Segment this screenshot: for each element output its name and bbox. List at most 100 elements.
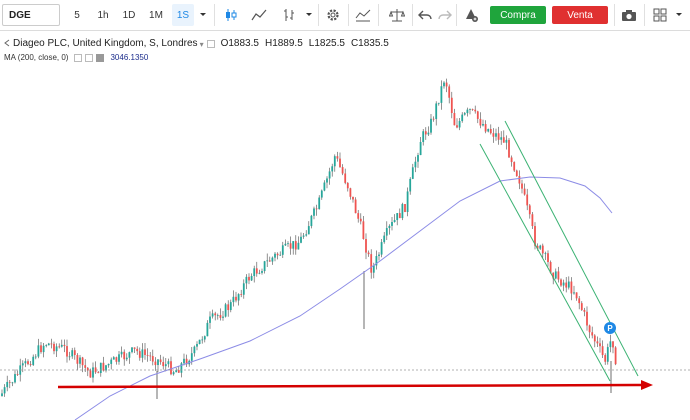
candle-body [497,133,500,140]
settings-box-icon[interactable] [206,39,215,48]
candle-body [510,157,513,163]
alert-icon[interactable] [460,4,482,26]
camera-icon[interactable] [618,4,640,26]
candle-body [131,347,133,353]
candle-body [391,221,393,226]
candle-body [383,235,386,243]
candle-body [268,260,271,262]
candle-body [99,362,102,374]
candle-body [253,268,256,277]
sell-button[interactable]: Venta [552,6,608,24]
interval-5[interactable]: 5 [66,4,88,26]
candle-body [359,218,362,222]
price-chart[interactable]: P [0,31,690,420]
gear-icon[interactable] [322,4,344,26]
candle-body [170,361,172,375]
interval-1d[interactable]: 1D [118,4,140,26]
candle-body [50,343,53,345]
candle-body [14,374,16,383]
candle-body [409,178,412,192]
candle-body [344,173,347,183]
candle-body [440,86,443,103]
candle-body [583,309,586,312]
candle-body [604,355,607,362]
interval-1m[interactable]: 1M [144,4,168,26]
candle-body [287,243,289,245]
candle-body [146,354,149,356]
settings-icon[interactable] [85,53,94,62]
bars-icon[interactable] [278,4,300,26]
interval-1h[interactable]: 1h [92,4,114,26]
area-chart-icon[interactable] [248,4,270,26]
candle-body [424,131,427,135]
candles-icon[interactable] [220,4,242,26]
redo-icon[interactable] [436,4,454,26]
candle-body [164,364,167,367]
candle-body [482,124,484,126]
undo-icon[interactable] [416,4,434,26]
ohlc-low: L1825.5 [308,38,345,49]
candle-body [123,351,126,360]
candle-body [565,282,568,288]
candle-body [430,118,432,133]
candle-body [71,350,74,357]
chevron-down-icon[interactable] [302,4,316,26]
candle-body [502,137,505,143]
candle-body [310,215,313,227]
candle-body [432,118,435,120]
candle-body [227,304,230,311]
candle-body [107,363,110,366]
candle-body [411,167,414,179]
collapse-arrow-icon[interactable] [4,39,10,49]
ohlc-open: O1883.5 [220,38,259,49]
candle-body [578,298,581,304]
chevron-down-icon[interactable]: ▾ [200,40,204,49]
symbol-title: Diageo PLC, United Kingdom, S, Londres [13,38,198,49]
close-icon[interactable] [96,53,105,62]
candle-body [154,361,157,366]
candle-body [588,325,591,333]
candle-body [575,292,578,299]
candle-body [414,161,417,168]
candle-body [16,374,19,375]
chevron-down-icon[interactable] [196,4,210,26]
candle-body [307,226,310,235]
candle-body [115,357,118,362]
indicators-icon[interactable] [352,4,374,26]
candle-body [349,188,352,197]
candle-body [513,162,516,171]
candle-body [281,245,284,255]
candle-body [284,243,287,246]
candle-body [196,344,198,347]
buy-button[interactable]: Compra [490,6,546,24]
candle-body [508,139,510,158]
candle-body [177,370,180,373]
candle-body [352,196,354,200]
candle-body [346,182,349,189]
candle-body [461,114,464,122]
ma-label: MA (200, close, 0) [4,53,69,62]
symbol-input[interactable] [2,4,60,26]
candle-body [573,292,575,294]
chevron-down-icon[interactable] [672,4,686,26]
candle-body [445,82,448,87]
eye-icon[interactable] [74,53,83,62]
candle-body [471,109,474,110]
compare-icon[interactable] [386,4,408,26]
candle-body [489,128,492,134]
candle-body [417,155,419,162]
candle-body [219,315,222,318]
candle-body [224,304,227,317]
candle-body [385,228,388,236]
candle-body [484,124,487,132]
layout-grid-icon[interactable] [650,4,670,26]
candle-body [557,271,560,280]
interval-1s[interactable]: 1S [172,4,194,26]
candle-body [450,97,453,114]
candle-body [302,235,305,237]
candle-body [380,242,383,255]
position-marker[interactable]: P [604,322,616,334]
ma-value: 3046.1350 [110,53,149,62]
candle-body [276,253,279,256]
candle-body [294,241,297,250]
